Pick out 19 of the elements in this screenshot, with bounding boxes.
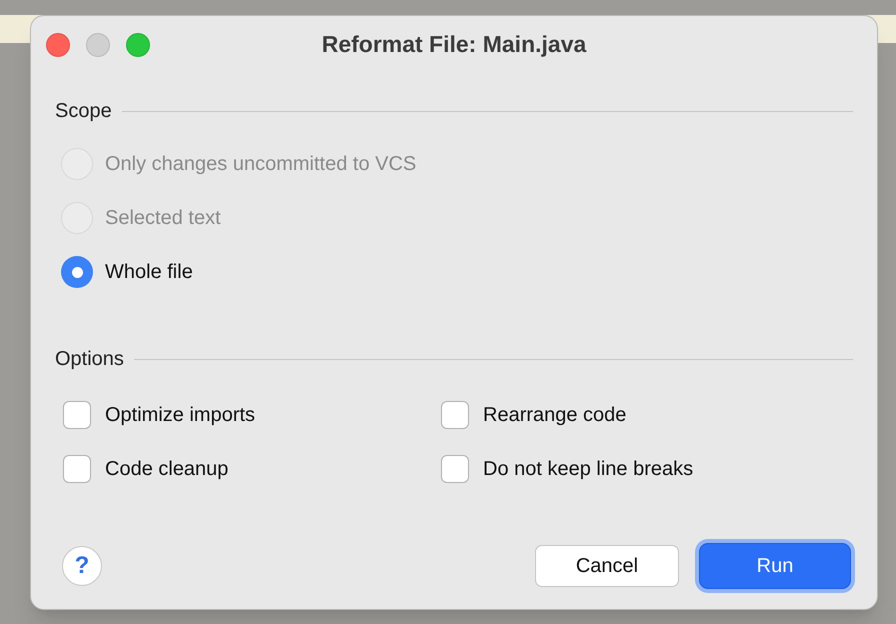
radio-label: Whole file <box>105 260 193 285</box>
radio-button[interactable] <box>61 256 93 288</box>
checkbox[interactable] <box>441 401 469 429</box>
checkbox-label: Do not keep line breaks <box>483 457 694 482</box>
checkbox-label: Rearrange code <box>483 403 626 428</box>
maximize-window-button[interactable] <box>126 33 150 57</box>
help-button[interactable]: ? <box>62 546 102 586</box>
checkbox-label: Code cleanup <box>105 457 228 482</box>
checkbox[interactable] <box>63 401 91 429</box>
checkbox[interactable] <box>441 455 469 483</box>
checkbox[interactable] <box>63 455 91 483</box>
section-heading: Scope <box>55 99 112 124</box>
radio-label: Selected text <box>105 206 221 231</box>
close-window-button[interactable] <box>46 33 70 57</box>
section-heading: Options <box>55 347 124 372</box>
dialog-button[interactable]: Cancel <box>535 545 679 587</box>
window-title: Reformat File: Main.java <box>320 30 588 59</box>
checkbox-label: Optimize imports <box>105 403 256 428</box>
radio-label: Only changes uncommitted to VCS <box>105 152 416 177</box>
